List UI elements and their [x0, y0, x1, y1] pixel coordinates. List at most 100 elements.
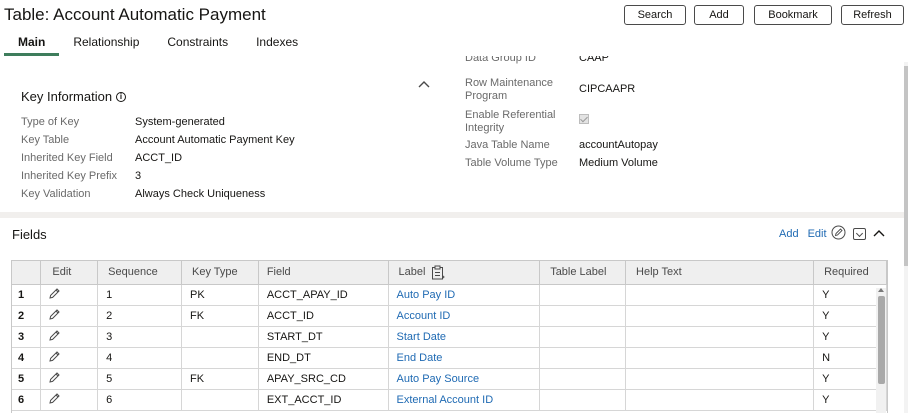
- pencil-icon[interactable]: [48, 287, 61, 300]
- clipboard-icon[interactable]: [431, 265, 445, 280]
- row-number: 1: [12, 284, 42, 306]
- row-table-label: [539, 326, 627, 348]
- key-table-link[interactable]: Account Automatic Payment Key: [135, 134, 295, 146]
- row-number-header: [12, 261, 42, 285]
- row-maintenance-value: CIPCAAPR: [579, 83, 636, 95]
- key-information-title: Key Information i: [21, 89, 127, 104]
- col-edit-header[interactable]: Edit: [40, 261, 99, 285]
- inherited-key-prefix-label: Inherited Key Prefix: [21, 170, 117, 182]
- fields-toolbar: Add Edit: [779, 225, 885, 243]
- java-table-label: Java Table Name: [465, 139, 550, 151]
- data-group-label: Data Group ID: [465, 56, 536, 64]
- tab-bar: Main Relationship Constraints Indexes: [4, 34, 312, 56]
- fields-edit-link[interactable]: Edit: [808, 228, 827, 240]
- row-number: 6: [12, 389, 42, 411]
- pencil-icon[interactable]: [48, 350, 61, 363]
- col-label-header[interactable]: Label: [388, 261, 541, 285]
- row-label-link[interactable]: Auto Pay Source: [388, 368, 541, 390]
- row-edit-cell[interactable]: [40, 284, 99, 306]
- row-help-text: [625, 347, 815, 369]
- grid-scrollbar-thumb[interactable]: [878, 296, 885, 384]
- row-key-type: FK: [181, 305, 259, 327]
- row-sequence: 1: [97, 284, 182, 306]
- col-key-type-header[interactable]: Key Type: [181, 261, 259, 285]
- info-icon[interactable]: i: [116, 91, 127, 102]
- data-group-value: CAAP: [579, 56, 609, 64]
- pencil-icon[interactable]: [48, 371, 61, 384]
- collapse-fields-icon[interactable]: [873, 228, 885, 241]
- row-edit-cell[interactable]: [40, 326, 99, 348]
- row-sequence: 2: [97, 305, 182, 327]
- row-sequence: 4: [97, 347, 182, 369]
- table-row[interactable]: 1 1 PK ACCT_APAY_ID Auto Pay ID Y: [12, 284, 887, 306]
- table-header-row: Edit Sequence Key Type Field Label Table…: [12, 261, 887, 285]
- row-label-link[interactable]: Auto Pay ID: [388, 284, 541, 306]
- table-row[interactable]: 4 4 END_DT End Date N: [12, 347, 887, 369]
- page-title: Table: Account Automatic Payment: [4, 5, 266, 24]
- key-table-label: Key Table: [21, 134, 70, 146]
- row-key-type: FK: [181, 368, 259, 390]
- fields-add-link[interactable]: Add: [779, 228, 799, 240]
- refresh-button[interactable]: Refresh: [841, 5, 904, 25]
- row-field: APAY_SRC_CD: [258, 368, 389, 390]
- row-label-link[interactable]: Account ID: [388, 305, 541, 327]
- pencil-icon[interactable]: [48, 308, 61, 321]
- data-group-row: Data Group ID CAAP: [465, 56, 665, 66]
- table-row[interactable]: 3 3 START_DT Start Date Y: [12, 326, 887, 348]
- tab-relationship[interactable]: Relationship: [59, 34, 153, 56]
- row-number: 3: [12, 326, 42, 348]
- col-help-text-header[interactable]: Help Text: [625, 261, 815, 285]
- page-scrollbar-thumb[interactable]: [904, 66, 908, 266]
- key-information-label: Key Information: [21, 89, 113, 104]
- row-field: ACCT_APAY_ID: [258, 284, 389, 306]
- row-key-type: PK: [181, 284, 259, 306]
- row-table-label: [539, 305, 627, 327]
- section-divider: [0, 212, 904, 218]
- fields-grid: Edit Sequence Key Type Field Label Table…: [11, 260, 888, 413]
- pencil-icon[interactable]: [48, 329, 61, 342]
- row-edit-cell[interactable]: [40, 368, 99, 390]
- row-table-label: [539, 368, 627, 390]
- row-edit-cell[interactable]: [40, 389, 99, 411]
- row-edit-cell[interactable]: [40, 305, 99, 327]
- table-volume-label: Table Volume Type: [465, 157, 558, 169]
- row-sequence: 5: [97, 368, 182, 390]
- row-label-link[interactable]: End Date: [388, 347, 541, 369]
- collapse-up-icon[interactable]: [418, 79, 430, 91]
- key-type-value: System-generated: [135, 116, 225, 128]
- tab-main[interactable]: Main: [4, 34, 60, 56]
- col-required-header[interactable]: Required: [813, 261, 887, 285]
- table-row[interactable]: 6 6 EXT_ACCT_ID External Account ID Y: [12, 389, 887, 411]
- row-help-text: [625, 326, 815, 348]
- pencil-icon[interactable]: [48, 392, 61, 405]
- row-label-link[interactable]: External Account ID: [388, 389, 541, 411]
- row-sequence: 6: [97, 389, 182, 411]
- table-row[interactable]: 2 2 FK ACCT_ID Account ID Y: [12, 305, 887, 327]
- inherited-key-field-value: ACCT_ID: [135, 152, 183, 164]
- dropdown-box-icon[interactable]: [852, 228, 866, 240]
- row-number: 5: [12, 368, 42, 390]
- row-key-type: [181, 347, 259, 369]
- table-row[interactable]: 5 5 FK APAY_SRC_CD Auto Pay Source Y: [12, 368, 887, 390]
- inherited-key-prefix-value: 3: [135, 170, 142, 182]
- col-sequence-header[interactable]: Sequence: [97, 261, 182, 285]
- bookmark-button[interactable]: Bookmark: [754, 5, 832, 25]
- row-field: EXT_ACCT_ID: [258, 389, 389, 411]
- scroll-up-arrow-icon[interactable]: [878, 288, 884, 292]
- tab-constraints[interactable]: Constraints: [153, 34, 242, 56]
- fields-title: Fields: [12, 227, 47, 242]
- row-label-link[interactable]: Start Date: [388, 326, 541, 348]
- add-button[interactable]: Add: [694, 5, 744, 25]
- row-number: 2: [12, 305, 42, 327]
- table-volume-value: Medium Volume: [579, 157, 658, 169]
- tab-indexes[interactable]: Indexes: [242, 34, 312, 56]
- row-help-text: [625, 368, 815, 390]
- referential-integrity-label: Enable Referential Integrity: [465, 109, 556, 134]
- col-field-header[interactable]: Field: [258, 261, 389, 285]
- row-edit-cell[interactable]: [40, 347, 99, 369]
- referential-integrity-checkbox[interactable]: [579, 114, 589, 127]
- row-help-text: [625, 284, 815, 306]
- search-button[interactable]: Search: [624, 5, 686, 25]
- edit-circle-icon[interactable]: [831, 225, 846, 243]
- col-table-label-header[interactable]: Table Label: [539, 261, 627, 285]
